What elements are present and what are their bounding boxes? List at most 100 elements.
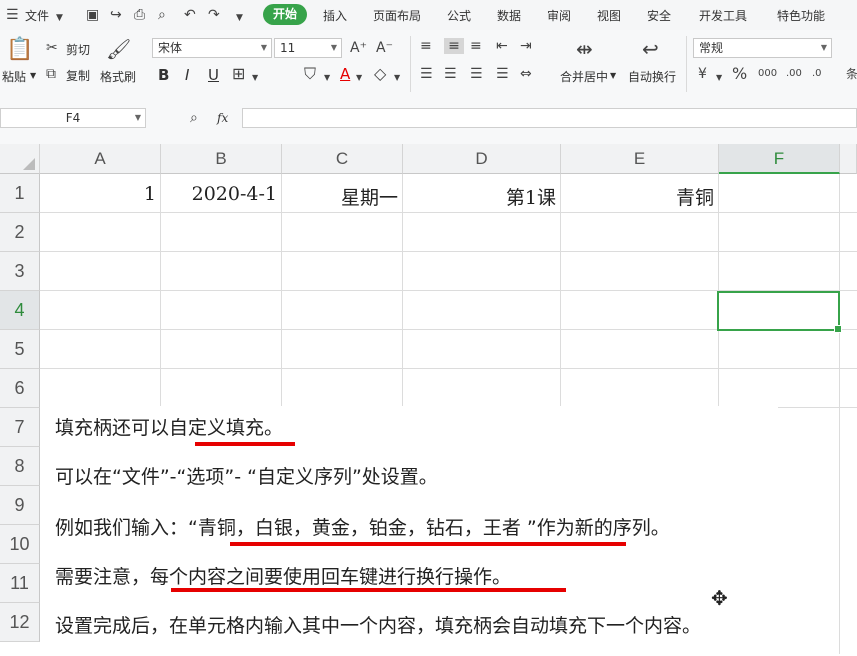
tab-data[interactable]: 数据 [497,7,521,24]
format-painter-button[interactable]: 格式刷 [100,68,136,85]
row-header-6[interactable]: 6 [0,369,40,408]
paste-chevron-icon[interactable]: ▼ [30,71,36,80]
row-header-1[interactable]: 1 [0,174,40,213]
paste-icon[interactable]: 📋 [6,38,33,62]
decrease-decimal-icon[interactable]: .0 [812,66,822,82]
row-header-11[interactable]: 11 [0,564,40,603]
wrap-text-icon[interactable]: ↩ [642,38,659,60]
borders-chevron-icon[interactable]: ▼ [252,70,258,86]
file-menu[interactable]: 文件 [25,7,49,24]
copy-icon[interactable]: ⧉ [46,66,56,82]
fill-color-chevron-icon[interactable]: ▼ [324,70,330,86]
column-header-b[interactable]: B [161,144,282,174]
font-color-button[interactable]: A [340,65,350,83]
row-header-2[interactable]: 2 [0,213,40,252]
decrease-font-icon[interactable]: A⁻ [376,40,393,56]
zoom-icon[interactable]: ⌕ [190,110,198,126]
justify-icon[interactable]: ☰ [496,66,509,82]
column-header-f[interactable]: F [719,144,840,174]
menu-icon[interactable]: ☰ [6,6,19,24]
number-format-select[interactable]: 常规 ▼ [693,38,832,58]
merge-center-icon[interactable]: ⇹ [576,38,593,60]
row-header-4[interactable]: 4 [0,291,40,330]
column-header-d[interactable]: D [403,144,561,174]
align-middle-icon[interactable]: ≡ [444,38,464,54]
align-bottom-icon[interactable]: ≡ [470,38,482,54]
fx-label[interactable]: fx [217,111,228,125]
align-center-icon[interactable]: ☰ [444,66,457,82]
print-icon[interactable]: ⎙ [134,6,145,24]
formula-input[interactable] [242,108,857,128]
italic-button[interactable]: I [185,66,189,84]
row-header-3[interactable]: 3 [0,252,40,291]
bold-button[interactable]: B [158,66,169,84]
scissors-icon[interactable]: ✂ [46,40,58,56]
row-header-8[interactable]: 8 [0,447,40,486]
tab-developer[interactable]: 开发工具 [699,7,747,24]
align-right-icon[interactable]: ☰ [470,66,483,82]
column-header-a[interactable]: A [40,144,161,174]
more-icon[interactable]: 条 [846,66,857,82]
row-header-12[interactable]: 12 [0,603,40,642]
merge-center-button[interactable]: 合并居中 [560,68,608,85]
currency-chevron-icon[interactable]: ▼ [716,70,722,86]
align-left-icon[interactable]: ☰ [420,66,433,82]
font-color-chevron-icon[interactable]: ▼ [356,70,362,86]
borders-icon[interactable]: ⊞ [232,66,245,82]
row-header-10[interactable]: 10 [0,525,40,564]
print-preview-icon[interactable]: ⌕ [158,6,166,24]
cell-d1[interactable]: 第1课 [403,183,556,210]
row-header-7[interactable]: 7 [0,408,40,447]
share-icon[interactable]: ↪ [110,6,122,24]
name-box[interactable]: F4 ▼ [0,108,146,128]
clear-chevron-icon[interactable]: ▼ [394,70,400,86]
cell-e1[interactable]: 青铜 [561,183,714,210]
cell-a1[interactable]: 1 [40,183,156,205]
clear-format-icon[interactable]: ◇ [374,66,386,82]
indent-decrease-icon[interactable]: ⇤ [496,38,508,54]
copy-button[interactable]: 复制 [66,67,90,84]
percent-icon[interactable]: % [732,66,747,82]
tab-formulas[interactable]: 公式 [447,7,471,24]
tab-page-layout[interactable]: 页面布局 [373,7,421,24]
quick-access-chevron-icon[interactable]: ▼ [236,9,243,27]
paste-button[interactable]: 粘贴 [2,68,26,85]
currency-icon[interactable]: ¥ [698,66,707,82]
align-top-icon[interactable]: ≡ [420,38,432,54]
selected-cell-f4[interactable] [717,291,842,333]
tab-insert[interactable]: 插入 [323,7,347,24]
cut-button[interactable]: 剪切 [66,41,90,58]
cell-b1[interactable]: 2020-4-1 [161,183,277,205]
increase-font-icon[interactable]: A⁺ [350,40,367,56]
indent-increase-icon[interactable]: ⇥ [520,38,532,54]
distribute-icon[interactable]: ⇔ [520,66,532,82]
tab-security[interactable]: 安全 [647,7,671,24]
save-icon[interactable]: ▣ [86,6,99,24]
tab-start[interactable]: 开始 [263,4,307,25]
column-header-c[interactable]: C [282,144,403,174]
tab-features[interactable]: 特色功能 [777,7,825,24]
underline-button[interactable]: U [208,66,219,84]
font-name-select[interactable]: 宋体 ▼ [152,38,272,58]
merge-chevron-icon[interactable]: ▼ [610,71,616,80]
wrap-text-button[interactable]: 自动换行 [628,68,676,85]
gridline [40,251,857,252]
increase-decimal-icon[interactable]: .00 [786,66,802,82]
format-painter-icon[interactable]: 🖌 [106,38,131,60]
column-header-e[interactable]: E [561,144,719,174]
tab-review[interactable]: 审阅 [547,7,571,24]
ribbon-toolbar: 📋 粘贴 ▼ ✂ 剪切 ⧉ 复制 🖌 格式刷 宋体 ▼ 11 ▼ A⁺ A⁻ B… [0,30,857,97]
thousands-icon[interactable]: 000 [758,66,777,82]
fill-color-icon[interactable]: ⛉ [304,66,316,82]
file-menu-chevron-icon[interactable]: ▼ [56,9,63,27]
menu-tab-bar: ☰ 文件 ▼ ▣ ↪ ⎙ ⌕ ↶ ↷ ▼ 开始 插入 页面布局 公式 数据 审阅… [0,0,857,30]
select-all-corner[interactable] [0,144,40,174]
undo-icon[interactable]: ↶ [184,6,196,24]
tab-view[interactable]: 视图 [597,7,621,24]
font-size-select[interactable]: 11 ▼ [274,38,342,58]
redo-icon[interactable]: ↷ [208,6,220,24]
fill-handle[interactable] [834,325,842,333]
row-header-9[interactable]: 9 [0,486,40,525]
cell-c1[interactable]: 星期一 [282,183,398,210]
row-header-5[interactable]: 5 [0,330,40,369]
